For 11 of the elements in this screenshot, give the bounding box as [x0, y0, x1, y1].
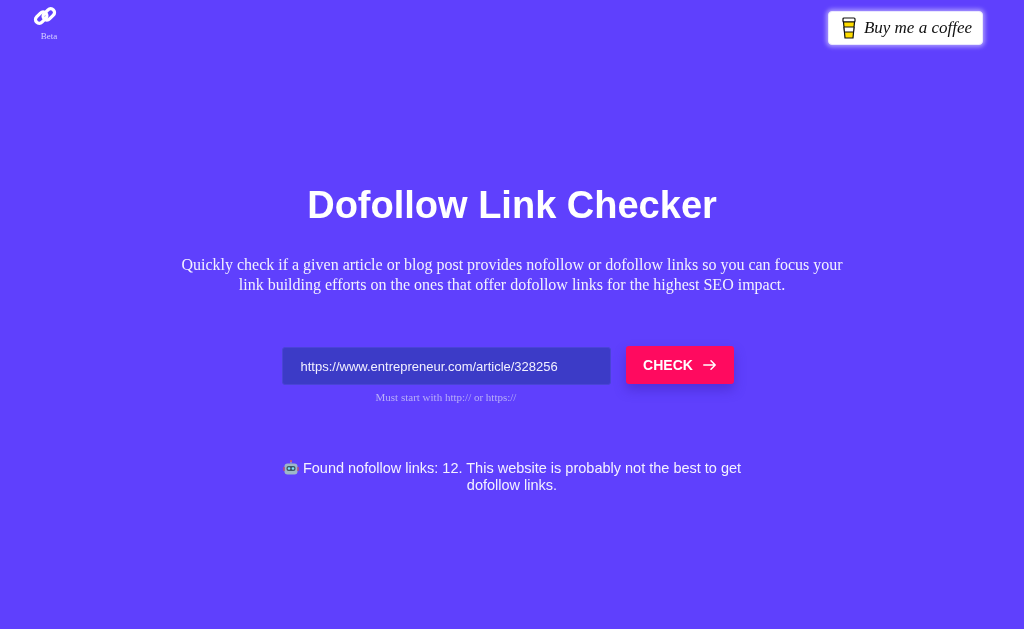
page-title: Dofollow Link Checker: [307, 183, 717, 228]
buy-me-a-coffee-button[interactable]: Buy me a coffee: [827, 11, 983, 45]
beta-label: Beta: [40, 31, 58, 41]
result-message-text: Found nofollow links: 12. This website is probably not the best to get dofollow links.: [302, 460, 742, 493]
robot-icon: [282, 460, 299, 476]
url-hint-text: Must start with http:// or https://: [375, 390, 517, 404]
coffee-cup-icon: [841, 17, 856, 39]
description-text: Quickly check if a given article or blog post provides nofollow or dofollow links so you can focus your link building efforts on the ones that offer dofollow links for the highest SEO impact.: [180, 255, 844, 295]
arrow-right-icon: [702, 360, 716, 370]
url-input-field[interactable]: https://www.entrepreneur.com/article/328256: [281, 347, 611, 385]
check-button[interactable]: CHECK: [625, 346, 734, 384]
